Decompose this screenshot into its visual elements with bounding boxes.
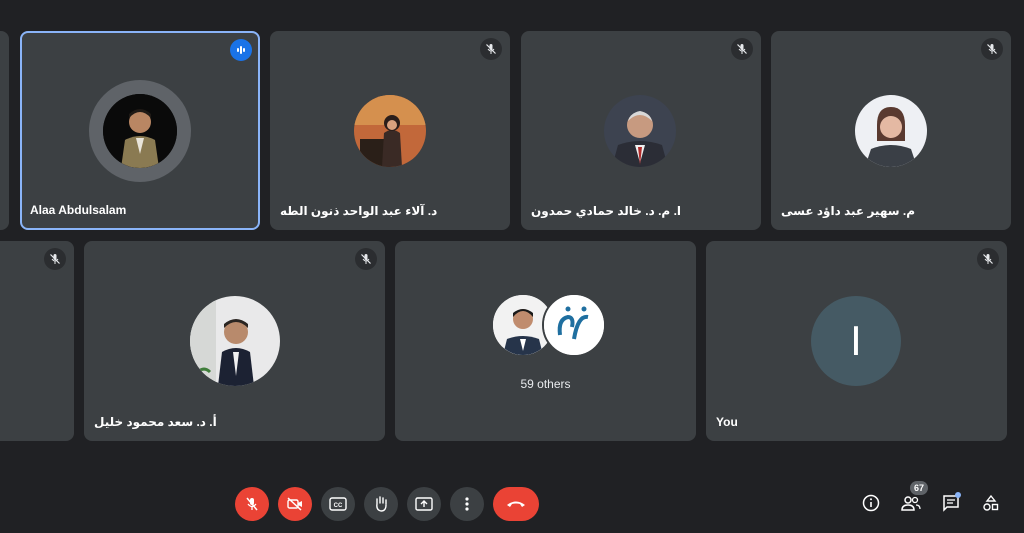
- avatar: [855, 95, 927, 167]
- mic-off-icon: [981, 38, 1003, 60]
- avatar-initial: I: [811, 296, 901, 386]
- present-button[interactable]: [407, 487, 441, 521]
- info-icon: [862, 494, 880, 512]
- participant-tile-partial[interactable]: [0, 241, 74, 441]
- raise-hand-button[interactable]: [364, 487, 398, 521]
- unread-dot: [955, 492, 961, 498]
- self-tile[interactable]: I You: [706, 241, 1007, 441]
- others-tile[interactable]: 59 others: [395, 241, 696, 441]
- mic-off-icon: [480, 38, 502, 60]
- end-call-button[interactable]: [493, 487, 539, 521]
- participant-name: د. آلاء عبد الواحد ذنون الطه: [280, 204, 438, 218]
- svg-text:CC: CC: [334, 503, 343, 509]
- others-count-label: 59 others: [520, 377, 571, 391]
- speaking-indicator-icon: [230, 39, 252, 61]
- avatar: [354, 95, 426, 167]
- activities-icon: [983, 494, 999, 511]
- participant-tile-partial[interactable]: [0, 31, 9, 230]
- mic-toggle-button[interactable]: [235, 487, 269, 521]
- captions-icon: CC: [329, 497, 347, 511]
- people-count-badge: 67: [910, 481, 928, 495]
- participant-tile[interactable]: د. آلاء عبد الواحد ذنون الطه: [270, 31, 510, 230]
- avatar: [604, 95, 676, 167]
- hang-up-icon: [507, 501, 525, 507]
- mic-off-icon: [355, 248, 377, 270]
- participant-name: Alaa Abdulsalam: [30, 203, 127, 217]
- microphone-off-icon: [246, 497, 258, 511]
- participant-tile[interactable]: أ. د. سعد محمود خليل: [84, 241, 385, 441]
- mic-off-icon: [977, 248, 999, 270]
- participant-name: ا. م. د. خالد حمادي حمدون: [531, 204, 682, 218]
- participant-name: م. سهير عبد داؤد عسى: [781, 204, 916, 218]
- hand-icon: [376, 496, 387, 512]
- meeting-info-button[interactable]: [859, 491, 883, 515]
- activities-button[interactable]: [979, 491, 1003, 515]
- mic-off-icon: [44, 248, 66, 270]
- camera-toggle-button[interactable]: [278, 487, 312, 521]
- participant-tile-alaa[interactable]: Alaa Abdulsalam: [20, 31, 260, 230]
- more-options-button[interactable]: [450, 487, 484, 521]
- avatar-logo: [542, 293, 606, 357]
- avatar: [103, 94, 177, 168]
- captions-button[interactable]: CC: [321, 487, 355, 521]
- participant-name: أ. د. سعد محمود خليل: [94, 415, 217, 429]
- avatar: [190, 296, 280, 386]
- mic-off-icon: [731, 38, 753, 60]
- participant-tile[interactable]: م. سهير عبد داؤد عسى: [771, 31, 1011, 230]
- participant-name: You: [716, 415, 738, 429]
- present-screen-icon: [415, 497, 433, 511]
- camera-off-icon: [287, 497, 302, 511]
- more-vert-icon: [465, 497, 469, 511]
- people-icon: [901, 496, 921, 511]
- participant-tile[interactable]: ا. م. د. خالد حمادي حمدون: [521, 31, 761, 230]
